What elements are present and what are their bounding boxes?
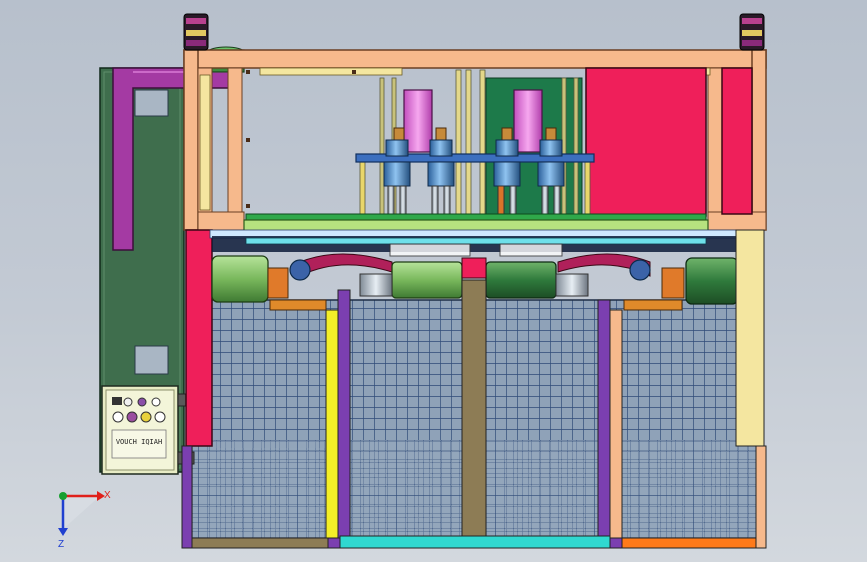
spindle-motor-left [391,261,463,299]
worktable [209,213,739,239]
spindle-head-right [555,273,589,297]
coordinate-triad: X Z [58,490,111,550]
x-axis-label: X [104,490,111,501]
indicator-lamp-icon [123,397,133,407]
signal-tower-right [739,13,765,51]
cylinder-unit [383,127,411,219]
push-button-icon[interactable] [140,411,152,423]
push-button-icon[interactable] [112,411,124,423]
signal-tower-left [183,13,209,51]
base-rails [191,535,757,549]
panel-switch-icon[interactable] [112,397,122,405]
push-button-icon[interactable] [154,411,166,423]
motor-right [685,257,739,305]
cad-viewport[interactable]: VOUCH IQIAH X Z [0,0,867,562]
z-axis-label: Z [58,539,64,550]
indicator-lamp-icon [137,397,147,407]
machine-front-view: VOUCH IQIAH X Z [58,13,767,550]
cabinet-window-bottom [134,345,169,375]
spindle-head-left [359,273,393,297]
indicator-lamp-icon [151,397,161,407]
spindle-motor-right [485,261,557,299]
cylinder-unit [427,127,455,219]
control-panel-label: VOUCH IQIAH [116,438,162,446]
push-button-icon[interactable] [126,411,138,423]
motor-left [211,255,269,303]
y-axis-origin [59,492,67,500]
vertical-actuators [403,89,543,153]
cabinet-window-top [134,89,169,117]
